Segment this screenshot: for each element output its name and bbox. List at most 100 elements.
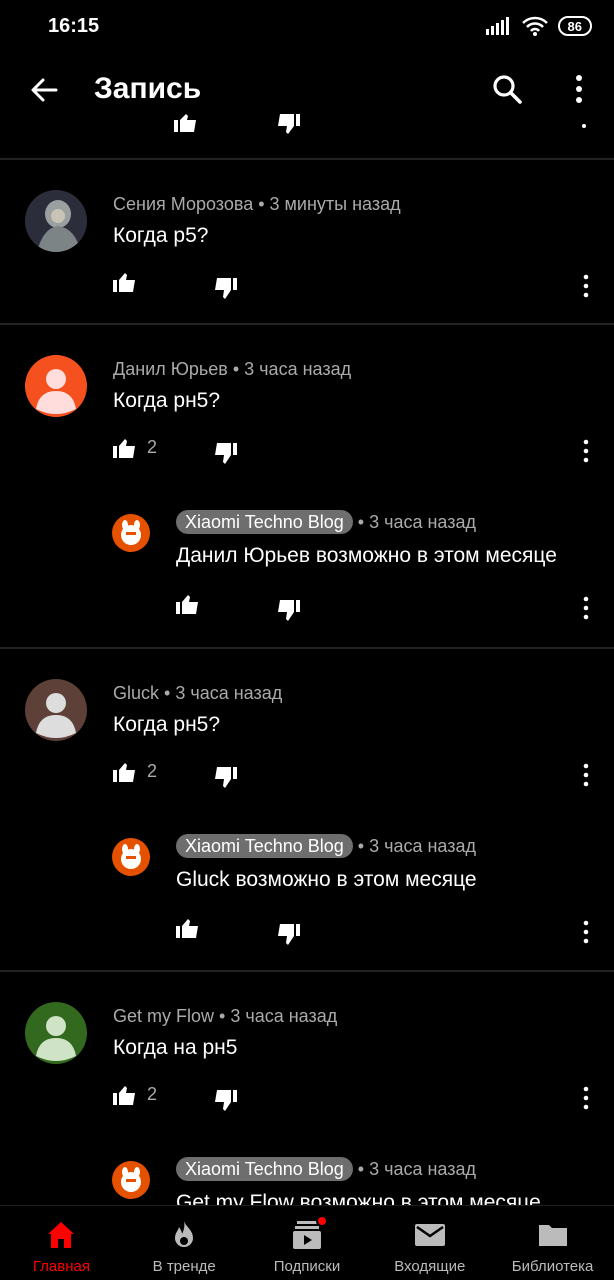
like-icon[interactable]: [174, 114, 198, 132]
comment-more-icon[interactable]: [582, 763, 590, 787]
comment-more-icon[interactable]: [582, 274, 590, 298]
avatar[interactable]: [25, 1002, 87, 1064]
comment-time: 3 минуты назад: [269, 194, 401, 214]
battery-level: 86: [567, 18, 582, 34]
comment-text: Gluck возможно в этом месяце: [176, 868, 477, 891]
comment-more-icon[interactable]: [582, 920, 590, 944]
divider: [0, 158, 614, 160]
comment-author[interactable]: Сения Морозова: [113, 194, 253, 214]
comment-more-icon[interactable]: [582, 596, 590, 620]
status-bar: 16:15 86: [0, 0, 614, 56]
signal-icon: [485, 17, 509, 35]
channel-author-chip[interactable]: Xiaomi Techno Blog: [176, 1157, 353, 1181]
comment-meta: Сения Морозова • 3 минуты назад: [113, 194, 401, 214]
nav-label: Подписки: [273, 1258, 341, 1275]
dislike-icon[interactable]: [213, 1090, 237, 1112]
search-icon[interactable]: [490, 72, 524, 106]
comment-time: 3 часа назад: [175, 683, 283, 703]
comment-text: Когда р5?: [113, 224, 209, 247]
comment-text: Get my Flow возможно в этом месяце: [176, 1191, 541, 1205]
comment-text: Когда на рн5: [113, 1036, 238, 1059]
kebab-dot: [582, 124, 586, 128]
flame-icon: [175, 1221, 194, 1247]
like-button[interactable]: 2: [113, 1084, 157, 1105]
nav-library[interactable]: Библиотека: [491, 1206, 614, 1280]
avatar[interactable]: [25, 355, 87, 417]
status-time: 16:15: [48, 15, 100, 37]
comment-time: 3 часа назад: [369, 836, 477, 856]
channel-avatar[interactable]: [112, 514, 150, 552]
comment-author[interactable]: Get my Flow: [113, 1006, 214, 1026]
nav-trending[interactable]: В тренде: [123, 1206, 246, 1280]
dislike-icon[interactable]: [276, 924, 300, 946]
notification-dot: [315, 1215, 328, 1227]
divider: [0, 323, 614, 325]
comment-time: 3 часа назад: [244, 359, 352, 379]
mi-bunny-icon: [121, 1167, 141, 1192]
comment-more-icon[interactable]: [582, 439, 590, 463]
comment-time: 3 часа назад: [369, 512, 477, 532]
comment-text: Когда рн5?: [113, 389, 221, 412]
like-count: 2: [147, 761, 158, 781]
subscriptions-icon-wrap: [290, 1215, 328, 1252]
back-arrow-icon[interactable]: [28, 74, 60, 106]
like-button[interactable]: [176, 594, 200, 614]
comments-feed[interactable]: Сения Морозова • 3 минуты назад Когда р5…: [0, 110, 614, 1205]
dislike-icon[interactable]: [276, 600, 300, 622]
like-icon: [176, 919, 198, 938]
wifi-icon: [521, 16, 548, 36]
like-icon: [113, 273, 135, 292]
channel-author-chip[interactable]: Xiaomi Techno Blog: [176, 834, 353, 858]
like-icon: [113, 438, 135, 458]
nav-home[interactable]: Главная: [0, 1206, 123, 1280]
comment-time: 3 часа назад: [230, 1006, 338, 1026]
folder-icon: [538, 1225, 567, 1246]
status-icons: 86: [485, 16, 592, 36]
comment-text: Когда рн5?: [113, 713, 221, 736]
nav-label: Главная: [32, 1258, 90, 1275]
nav-subscriptions[interactable]: Подписки: [246, 1206, 369, 1280]
mi-bunny-icon: [121, 844, 141, 869]
mail-icon: [414, 1224, 445, 1246]
like-button[interactable]: 2: [113, 437, 157, 458]
nav-label: Входящие: [394, 1258, 466, 1275]
mi-bunny-icon: [121, 520, 141, 545]
comment-meta: Get my Flow • 3 часа назад: [113, 1006, 338, 1026]
like-button[interactable]: 2: [113, 761, 157, 782]
home-icon: [48, 1222, 75, 1248]
user-photo-avatar: [25, 190, 87, 252]
comment-author[interactable]: Gluck: [113, 683, 159, 703]
divider: [0, 970, 614, 972]
channel-avatar[interactable]: [112, 1161, 150, 1199]
comment-more-icon[interactable]: [582, 1086, 590, 1110]
comment-author[interactable]: Данил Юрьев: [113, 359, 228, 379]
dislike-icon[interactable]: [213, 767, 237, 789]
like-count: 2: [147, 1084, 158, 1104]
comment-meta: Gluck • 3 часа назад: [113, 683, 283, 703]
default-user-icon: [36, 693, 76, 738]
page-title: Запись: [94, 72, 202, 105]
channel-author-chip[interactable]: Xiaomi Techno Blog: [176, 510, 353, 534]
like-icon: [113, 762, 135, 782]
dislike-icon[interactable]: [213, 278, 237, 300]
more-options-icon[interactable]: [566, 72, 592, 106]
comment-meta: Xiaomi Techno Blog • 3 часа назад: [176, 834, 477, 858]
comment-text: Данил Юрьев возможно в этом месяце: [176, 544, 557, 567]
bottom-navigation: Главная В тренде Подписки Входящие Библи…: [0, 1205, 614, 1280]
like-button[interactable]: [113, 272, 147, 292]
dislike-icon[interactable]: [213, 443, 237, 465]
battery-icon: 86: [557, 16, 592, 36]
avatar[interactable]: [25, 679, 87, 741]
channel-avatar[interactable]: [112, 838, 150, 876]
default-user-icon: [36, 369, 76, 414]
dislike-icon[interactable]: [276, 114, 300, 134]
like-count: 2: [147, 437, 158, 457]
comment-time: 3 часа назад: [369, 1159, 477, 1179]
like-icon: [176, 595, 198, 614]
nav-label: Библиотека: [511, 1258, 594, 1275]
like-button[interactable]: [176, 918, 200, 938]
avatar[interactable]: [25, 190, 87, 252]
nav-inbox[interactable]: Входящие: [368, 1206, 491, 1280]
like-icon: [113, 1085, 135, 1105]
comment-meta: Данил Юрьев • 3 часа назад: [113, 359, 352, 379]
